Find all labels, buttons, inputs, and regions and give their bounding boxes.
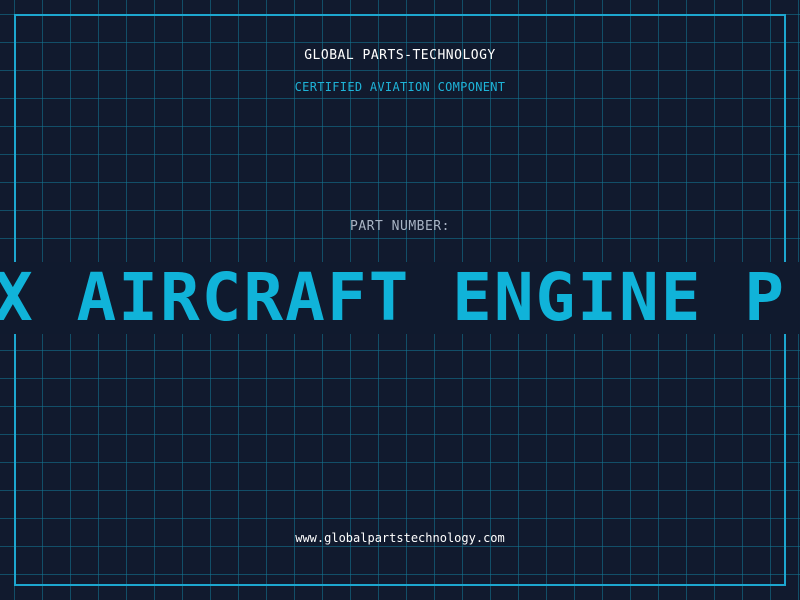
website-url: www.globalpartstechnology.com [295, 531, 505, 545]
part-number-label: PART NUMBER: [350, 219, 450, 234]
brand-title: GLOBAL PARTS-TECHNOLOGY [304, 48, 496, 63]
part-number-marquee: X AIRCRAFT ENGINE P [0, 262, 800, 334]
certification-subtitle: CERTIFIED AVIATION COMPONENT [294, 80, 506, 94]
part-number-marquee-text: X AIRCRAFT ENGINE P [0, 262, 786, 334]
